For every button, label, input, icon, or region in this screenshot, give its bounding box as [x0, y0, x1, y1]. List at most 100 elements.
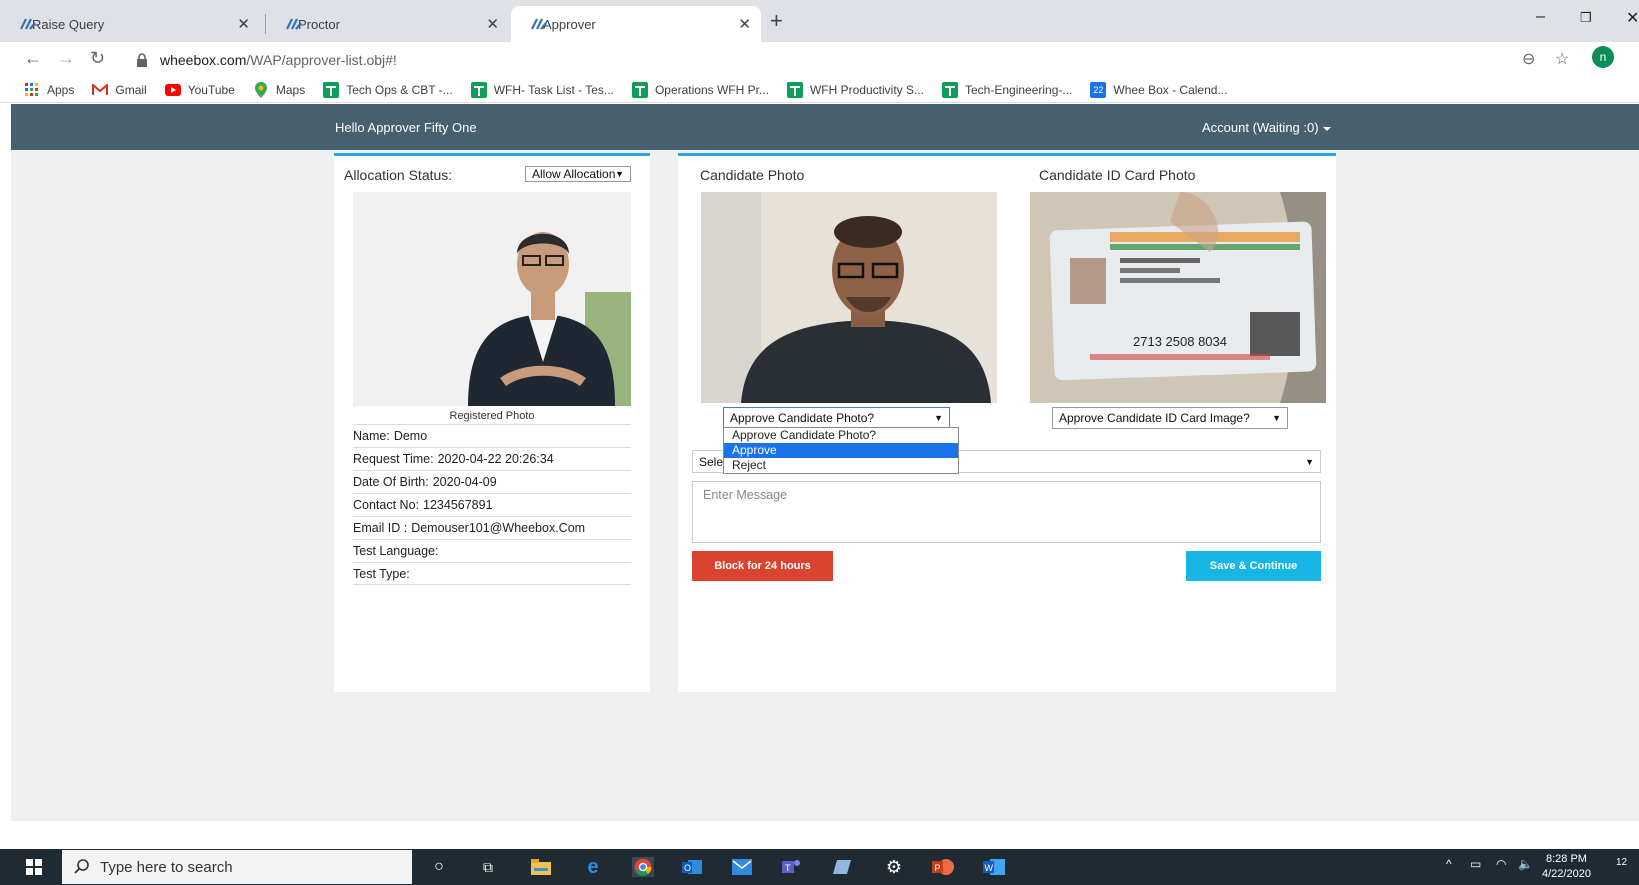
bookmark-youtube[interactable]: YouTube — [164, 82, 235, 98]
registered-photo-caption: Registered Photo — [449, 410, 535, 422]
cortana-icon[interactable]: ○ — [428, 857, 450, 877]
windows-taskbar: Type here to search ○ ⧉ e O T ⚙ P W ^ ▭ … — [0, 849, 1639, 885]
bookmark-label: WFH- Task List - Tes... — [493, 82, 614, 97]
sheets-icon — [786, 81, 803, 98]
tab-label: Approver — [543, 16, 596, 32]
close-icon[interactable]: ✕ — [738, 15, 751, 33]
close-icon[interactable]: ✕ — [237, 15, 250, 33]
bookmark-label: Operations WFH Pr... — [654, 82, 769, 97]
candidate-photo-approval-options: Approve Candidate Photo? Approve Reject — [723, 427, 959, 474]
tab-approver[interactable]: Approver ✕ — [511, 6, 761, 42]
taskbar-search-box[interactable]: Type here to search — [62, 850, 412, 884]
info-value: 1234567891 — [423, 498, 493, 512]
window-close-icon[interactable]: ✕ — [1626, 8, 1639, 28]
chrome-icon[interactable] — [632, 857, 654, 877]
notification-icon[interactable]: 12 — [1616, 857, 1627, 868]
new-tab-button[interactable]: + — [770, 9, 783, 33]
gmail-icon — [92, 82, 109, 98]
zoom-icon[interactable]: ⊖ — [1522, 49, 1535, 69]
sheets-icon — [323, 81, 340, 98]
dropdown-arrow-icon: ▼ — [1305, 456, 1314, 467]
edge-icon[interactable]: e — [582, 856, 604, 878]
taskbar-clock[interactable]: 8:28 PM 4/22/2020 — [1542, 852, 1591, 882]
id-card-photo: 2713 2508 8034 — [1030, 192, 1326, 403]
bookmark-wfh-task-list[interactable]: WFH- Task List - Tes... — [470, 81, 614, 98]
url-path: /WAP/approver-list.obj#! — [246, 52, 397, 68]
id-card-approval-select[interactable]: Approve Candidate ID Card Image? ▼ — [1052, 407, 1288, 429]
option-approve-candidate-photo[interactable]: Approve Candidate Photo? — [724, 428, 958, 443]
wheebox-favicon-icon — [20, 18, 36, 30]
task-view-icon[interactable]: ⧉ — [477, 857, 499, 877]
address-bar[interactable]: wheebox.com/WAP/approver-list.obj#! — [120, 46, 1540, 74]
block-24-hours-button[interactable]: Block for 24 hours — [692, 551, 833, 581]
profile-avatar[interactable]: n — [1592, 46, 1614, 68]
bookmark-wheebox-calendar[interactable]: 22 Whee Box - Calend... — [1090, 81, 1227, 98]
bookmark-label: Gmail — [115, 82, 147, 97]
allocation-status-label: Allocation Status: — [344, 167, 453, 183]
notes-app-icon[interactable] — [832, 857, 854, 877]
dropdown-arrow-icon: ▼ — [1272, 413, 1281, 423]
option-approve[interactable]: Approve — [724, 443, 958, 458]
info-label: Email ID : — [353, 521, 408, 535]
tab-raise-query[interactable]: Raise Query ✕ — [0, 6, 260, 42]
word-icon[interactable]: W — [983, 857, 1005, 877]
reload-icon[interactable]: ↻ — [90, 48, 105, 69]
wifi-icon[interactable]: ◠ — [1496, 857, 1506, 871]
volume-icon[interactable]: 🔈 — [1518, 857, 1533, 871]
close-icon[interactable]: ✕ — [486, 15, 499, 33]
restore-icon[interactable]: ❐ — [1580, 10, 1592, 26]
notification-count: 12 — [1616, 857, 1628, 868]
apps-grid-icon — [24, 82, 40, 98]
forward-arrow-icon[interactable]: → — [57, 48, 75, 69]
dropdown-arrow-icon: ▼ — [615, 169, 624, 179]
bookmark-label: Apps — [47, 82, 75, 97]
info-label: Contact No: — [353, 498, 420, 512]
info-value: 2020-04-09 — [432, 475, 497, 489]
clock-time: 8:28 PM — [1545, 853, 1587, 865]
info-value: Demouser101@Wheebox.Com — [411, 521, 586, 535]
mail-icon[interactable] — [731, 857, 753, 877]
teams-icon[interactable]: T — [781, 857, 803, 877]
tab-proctor[interactable]: Proctor ✕ — [266, 6, 509, 42]
account-menu[interactable]: Account (Waiting :0) — [1202, 120, 1331, 135]
id-card-photo-title: Candidate ID Card Photo — [1039, 167, 1196, 183]
candidate-photo-approval-select[interactable]: Approve Candidate Photo? ▼ — [723, 407, 950, 429]
bookmark-apps[interactable]: Apps — [24, 82, 74, 98]
bookmarks-bar: Apps Gmail YouTube Maps Tech Ops & CBT -… — [0, 77, 1639, 103]
powerpoint-icon[interactable]: P — [932, 857, 954, 877]
info-row-email: Email ID : Demouser101@Wheebox.Com — [353, 516, 631, 539]
file-explorer-icon[interactable] — [530, 857, 552, 877]
message-textarea[interactable]: Enter Message — [692, 481, 1321, 543]
back-arrow-icon[interactable]: ← — [24, 48, 42, 69]
candidate-photo-title: Candidate Photo — [700, 167, 805, 183]
reason-select-value: Sele — [699, 454, 724, 469]
windows-start-icon[interactable] — [26, 859, 42, 875]
bookmark-tech-engineering[interactable]: Tech-Engineering-... — [942, 81, 1072, 98]
lock-icon — [137, 53, 147, 67]
verification-panel: Candidate Photo Candidate ID Card Photo — [678, 153, 1336, 692]
bookmark-operations-wfh[interactable]: Operations WFH Pr... — [631, 81, 769, 98]
url-text: wheebox.com/WAP/approver-list.obj#! — [160, 52, 397, 68]
browser-tab-strip: Raise Query ✕ Proctor ✕ Approver ✕ + – ❐… — [0, 0, 1639, 42]
minimize-icon[interactable]: – — [1536, 8, 1545, 26]
message-placeholder: Enter Message — [703, 488, 788, 502]
allocation-select[interactable]: Allow Allocation ▼ — [525, 166, 631, 182]
maps-icon — [253, 81, 269, 98]
option-reject[interactable]: Reject — [724, 458, 958, 473]
tray-chevron-up-icon[interactable]: ^ — [1446, 857, 1452, 871]
settings-gear-icon[interactable]: ⚙ — [883, 857, 905, 877]
candidate-info-list: Name: Demo Request Time: 2020-04-22 20:26:… — [353, 424, 631, 585]
info-row-dob: Date Of Birth: 2020-04-09 — [353, 470, 631, 493]
dropdown-arrow-icon: ▼ — [934, 413, 943, 423]
bookmark-maps[interactable]: Maps — [253, 81, 305, 98]
save-continue-button[interactable]: Save & Continue — [1186, 551, 1321, 581]
wheebox-favicon-icon — [286, 18, 302, 30]
battery-icon[interactable]: ▭ — [1470, 857, 1481, 871]
bookmark-gmail[interactable]: Gmail — [92, 82, 147, 98]
bookmark-star-icon[interactable]: ☆ — [1555, 49, 1569, 69]
wheebox-favicon-icon — [531, 18, 547, 30]
outlook-icon[interactable]: O — [681, 857, 703, 877]
bookmark-tech-ops[interactable]: Tech Ops & CBT -... — [323, 81, 453, 98]
bookmark-wfh-productivity[interactable]: WFH Productivity S... — [786, 81, 924, 98]
url-host: wheebox.com — [160, 52, 247, 68]
